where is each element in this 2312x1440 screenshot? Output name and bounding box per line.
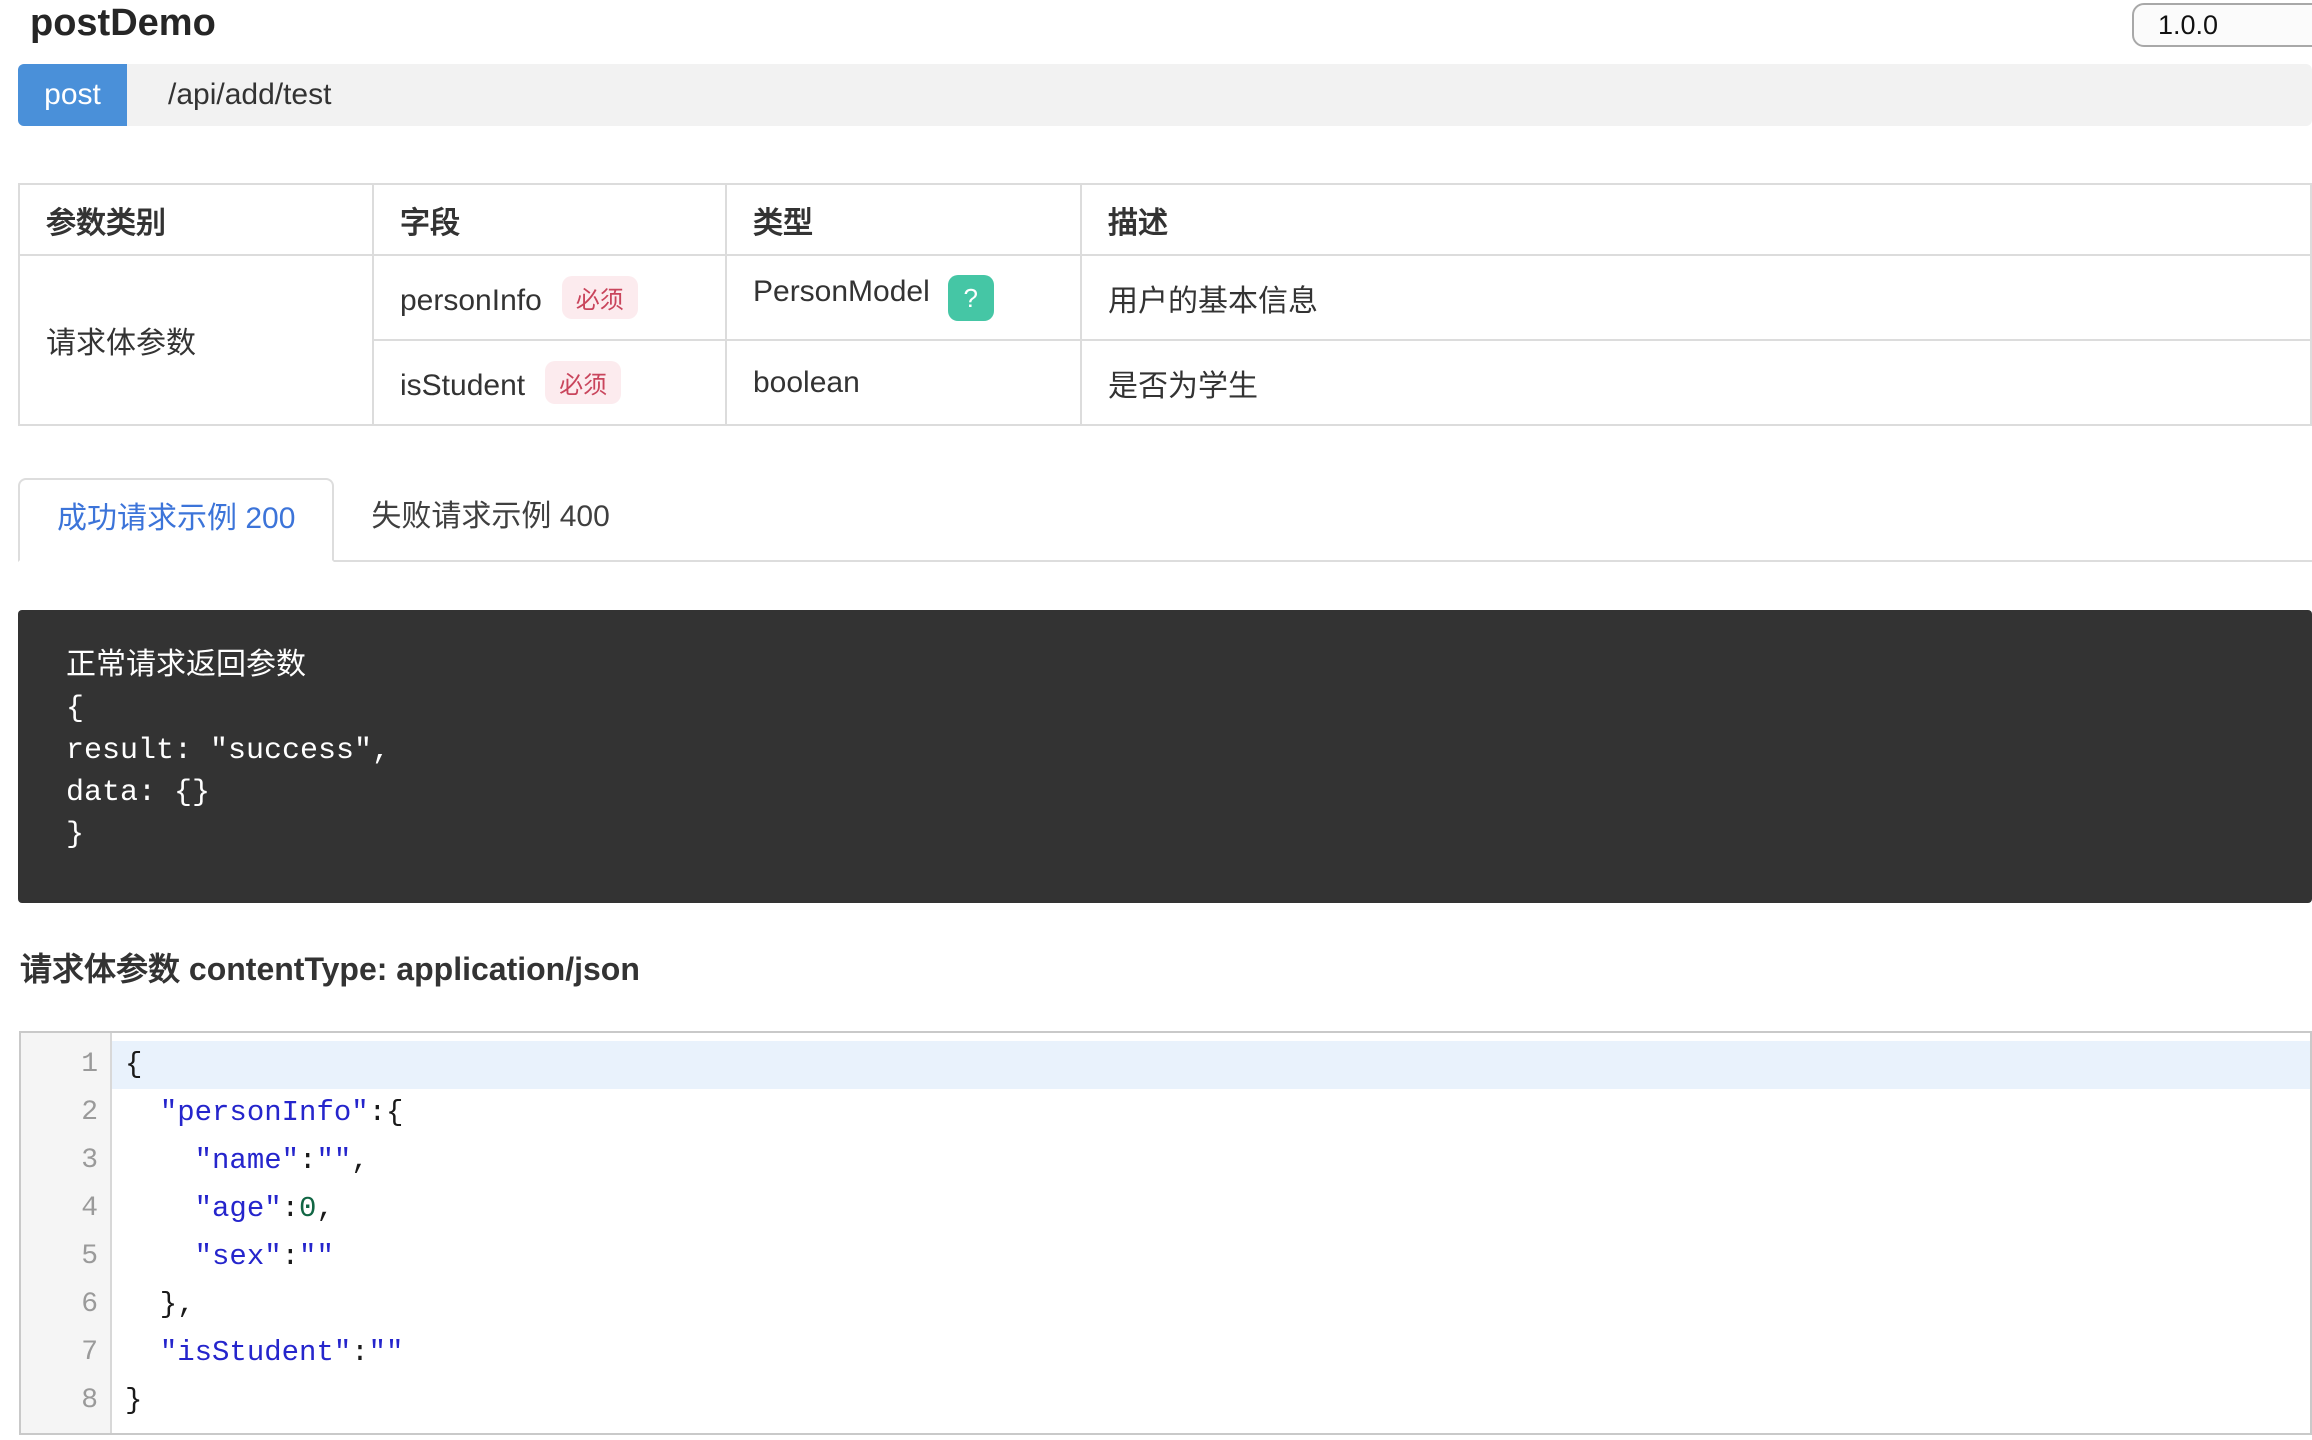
code-token [125,1192,195,1225]
code-token: : [282,1192,299,1225]
editor-line[interactable]: 1{ [21,1041,2310,1089]
column-header-category: 参数类别 [19,184,373,255]
code-token: "isStudent" [160,1336,351,1369]
response-line: { [66,688,2272,730]
editor-line[interactable]: 7 "isStudent":"" [21,1329,2310,1377]
code-line[interactable]: } [112,1377,2310,1425]
code-line[interactable]: }, [112,1281,2310,1329]
model-help-icon[interactable]: ? [948,275,994,321]
table-header-row: 参数类别 字段 类型 描述 [19,184,2311,255]
column-header-type: 类型 [726,184,1081,255]
code-token: "personInfo" [160,1096,369,1129]
page-title: postDemo [30,2,216,45]
tab-success-example[interactable]: 成功请求示例 200 [18,478,334,562]
code-token [125,1096,160,1129]
line-number: 2 [21,1089,112,1137]
response-line: result: "success", [66,730,2272,772]
code-token: "age" [195,1192,282,1225]
cell-type: boolean [726,340,1081,425]
line-number: 1 [21,1041,112,1089]
line-number: 3 [21,1137,112,1185]
tab-failure-example[interactable]: 失败请求示例 400 [334,478,646,560]
cell-description: 是否为学生 [1081,340,2311,425]
code-token: "sex" [195,1240,282,1273]
example-tabs: 成功请求示例 200 失败请求示例 400 [18,478,2312,562]
http-method-chip: post [18,64,127,126]
code-token [125,1240,195,1273]
code-token: "" [369,1336,404,1369]
code-token: , [351,1144,368,1177]
required-badge: 必须 [562,276,638,319]
code-token: : [282,1240,299,1273]
line-number: 5 [21,1233,112,1281]
editor-line[interactable]: 8} [21,1377,2310,1425]
editor-line[interactable]: 4 "age":0, [21,1185,2310,1233]
editor-line[interactable]: 2 "personInfo":{ [21,1089,2310,1137]
code-token: { [125,1048,142,1081]
code-line[interactable]: "name":"", [112,1137,2310,1185]
code-token: , [316,1192,333,1225]
editor-line[interactable]: 3 "name":"", [21,1137,2310,1185]
editor-line[interactable]: 5 "sex":"" [21,1233,2310,1281]
response-example-block: 正常请求返回参数{result: "success",data: {}} [18,610,2312,903]
code-token: }, [125,1288,195,1321]
code-line[interactable]: "personInfo":{ [112,1089,2310,1137]
endpoint-path: /api/add/test [168,78,331,112]
line-number: 4 [21,1185,112,1233]
code-line[interactable]: "sex":"" [112,1233,2310,1281]
endpoint-bar: post /api/add/test [18,64,2312,126]
cell-category: 请求体参数 [19,255,373,425]
line-number: 7 [21,1329,112,1377]
line-number: 8 [21,1377,112,1425]
line-number: 6 [21,1281,112,1329]
response-line: 正常请求返回参数 [66,646,2272,688]
params-table: 参数类别 字段 类型 描述 请求体参数 personInfo 必须 PersonM… [18,183,2312,426]
code-token: :{ [369,1096,404,1129]
editor-line[interactable]: 6 }, [21,1281,2310,1329]
cell-field: personInfo 必须 [373,255,726,340]
code-token [125,1336,160,1369]
code-token: : [299,1144,316,1177]
code-token: 0 [299,1192,316,1225]
response-line: data: {} [66,772,2272,814]
code-token: } [125,1384,142,1417]
column-header-description: 描述 [1081,184,2311,255]
code-line[interactable]: "age":0, [112,1185,2310,1233]
code-token [125,1144,195,1177]
response-line: } [66,814,2272,856]
request-body-editor[interactable]: 1{2 "personInfo":{3 "name":"",4 "age":0,… [19,1031,2312,1435]
cell-description: 用户的基本信息 [1081,255,2311,340]
version-badge: 1.0.0 [2132,3,2312,47]
cell-field: isStudent 必须 [373,340,726,425]
required-badge: 必须 [545,361,621,404]
code-token: : [351,1336,368,1369]
code-token: "" [316,1144,351,1177]
code-token: "name" [195,1144,299,1177]
code-line[interactable]: { [112,1041,2310,1089]
field-name: personInfo [400,284,542,317]
field-name: isStudent [400,369,525,402]
code-line[interactable]: "isStudent":"" [112,1329,2310,1377]
cell-type: PersonModel? [726,255,1081,340]
code-token: "" [299,1240,334,1273]
column-header-field: 字段 [373,184,726,255]
request-body-heading: 请求体参数 contentType: application/json [20,944,640,990]
table-row: 请求体参数 personInfo必须 PersonModel? 用户的基本信息 [19,255,2311,340]
type-name: PersonModel [753,275,930,308]
